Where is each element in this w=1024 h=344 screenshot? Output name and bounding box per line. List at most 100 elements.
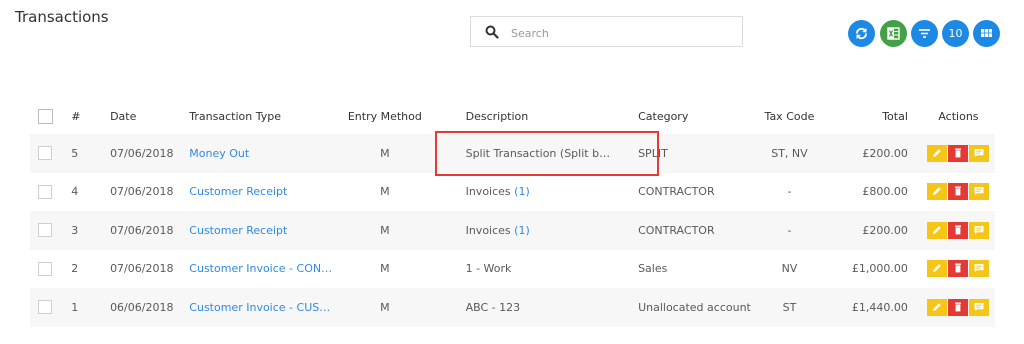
column-layout-button[interactable] (973, 20, 1000, 47)
row-date: 06/06/2018 (110, 288, 190, 327)
row-category: Sales (638, 262, 668, 276)
row-date: 07/06/2018 (110, 185, 174, 199)
row-checkbox[interactable] (38, 223, 52, 238)
page-title: Transactions (15, 8, 109, 26)
comment-button[interactable] (969, 298, 990, 316)
column-header-date[interactable]: Date (110, 99, 189, 134)
row-total: £1,440.00 (828, 288, 922, 327)
refresh-button[interactable] (848, 20, 875, 47)
comment-button[interactable] (969, 260, 990, 278)
row-entry-method: M (332, 211, 438, 250)
row-entry-method: M (380, 185, 390, 199)
row-description: 1 - Work (438, 250, 610, 289)
table-row[interactable]: 1 06/06/2018 Customer Invoice - CUS… M A… (30, 288, 995, 327)
column-header-actions: Actions (938, 110, 979, 123)
row-description: ABC - 123 (437, 288, 611, 327)
edit-button[interactable] (927, 144, 948, 162)
edit-button[interactable] (927, 298, 948, 316)
row-tax-code: NV (781, 262, 798, 276)
row-tax-code: ST, NV (750, 134, 829, 173)
column-header-entry-method[interactable]: Entry Method (332, 99, 438, 134)
invoice-count-link[interactable]: (1) (514, 185, 530, 198)
description-text: Invoices (465, 185, 511, 199)
search-box[interactable] (470, 16, 743, 47)
row-total: £200.00 (828, 211, 922, 250)
comment-button[interactable] (969, 183, 990, 201)
row-description: Invoices (1) (438, 173, 610, 212)
edit-button[interactable] (927, 183, 948, 201)
edit-button[interactable] (927, 221, 948, 239)
search-icon (485, 25, 499, 39)
delete-button[interactable] (948, 144, 969, 162)
transaction-type-link[interactable]: Customer Invoice - CUS… (189, 301, 330, 314)
invoice-count-link[interactable]: (1) (514, 224, 530, 237)
row-date: 07/06/2018 (110, 262, 174, 276)
pencil-icon (933, 225, 942, 234)
row-actions (921, 134, 995, 173)
grid-icon (981, 29, 992, 37)
excel-icon (887, 27, 900, 40)
refresh-icon (856, 27, 867, 40)
transaction-type-link[interactable]: Money Out (189, 147, 249, 160)
row-actions (921, 211, 995, 250)
column-header-tax-code[interactable]: Tax Code (751, 99, 828, 134)
row-number: 4 (71, 185, 79, 199)
transaction-type-link[interactable]: Customer Receipt (189, 224, 287, 237)
comment-icon (974, 264, 984, 273)
row-actions (922, 173, 995, 212)
column-header-total[interactable]: Total (828, 99, 922, 134)
description-text: Invoices (465, 223, 511, 237)
row-category: CONTRACTOR (638, 185, 715, 199)
excel-export-button[interactable] (880, 20, 907, 47)
column-header-number[interactable]: # (57, 99, 110, 134)
row-checkbox[interactable] (38, 300, 52, 315)
row-checkbox[interactable] (38, 261, 52, 276)
description-text: 1 - Work (465, 262, 512, 276)
transaction-type-link[interactable]: Customer Receipt (189, 185, 287, 198)
comment-icon (974, 302, 984, 311)
search-input[interactable] (509, 23, 738, 43)
row-number: 3 (57, 211, 111, 250)
filter-button[interactable] (911, 20, 938, 47)
delete-button[interactable] (948, 183, 969, 201)
row-total: £200.00 (828, 134, 922, 173)
row-checkbox[interactable] (38, 146, 52, 161)
row-number: 5 (57, 134, 111, 173)
row-tax-code: - (787, 185, 792, 199)
row-entry-method: M (332, 134, 438, 173)
column-header-description[interactable]: Description (438, 99, 610, 134)
page-size-button[interactable]: 10 (942, 20, 969, 47)
table-row[interactable]: 3 07/06/2018 Customer Receipt M Invoices… (30, 211, 995, 250)
comment-button[interactable] (969, 144, 990, 162)
row-checkbox[interactable] (38, 184, 52, 199)
column-header-type[interactable]: Transaction Type (189, 99, 332, 134)
row-number: 2 (71, 262, 79, 276)
table-row[interactable]: 4 07/06/2018 Customer Receipt M Invoices… (30, 173, 995, 212)
row-actions (921, 288, 995, 327)
row-description: Invoices (1) (437, 211, 611, 250)
table-row[interactable]: 2 07/06/2018 Customer Invoice - CON… M 1… (30, 250, 995, 289)
comment-icon (974, 148, 984, 157)
pencil-icon (933, 187, 942, 196)
row-date: 07/06/2018 (110, 134, 190, 173)
highlight-box (435, 131, 659, 176)
delete-button[interactable] (948, 260, 969, 278)
edit-button[interactable] (927, 260, 948, 278)
pencil-icon (933, 148, 942, 157)
comment-button[interactable] (969, 221, 990, 239)
pencil-icon (933, 264, 942, 273)
row-actions (922, 250, 995, 289)
trash-icon (955, 302, 962, 312)
row-tax-code: ST (750, 288, 829, 327)
delete-button[interactable] (948, 221, 969, 239)
column-header-category[interactable]: Category (610, 99, 751, 134)
transaction-type-link[interactable]: Customer Invoice - CON… (189, 262, 332, 275)
pencil-icon (933, 302, 942, 311)
row-date: 07/06/2018 (110, 211, 190, 250)
description-text: ABC - 123 (465, 300, 521, 314)
row-entry-method: M (332, 288, 438, 327)
delete-button[interactable] (948, 298, 969, 316)
comment-icon (974, 187, 984, 196)
trash-icon (955, 186, 962, 196)
select-all-checkbox[interactable] (38, 109, 53, 124)
